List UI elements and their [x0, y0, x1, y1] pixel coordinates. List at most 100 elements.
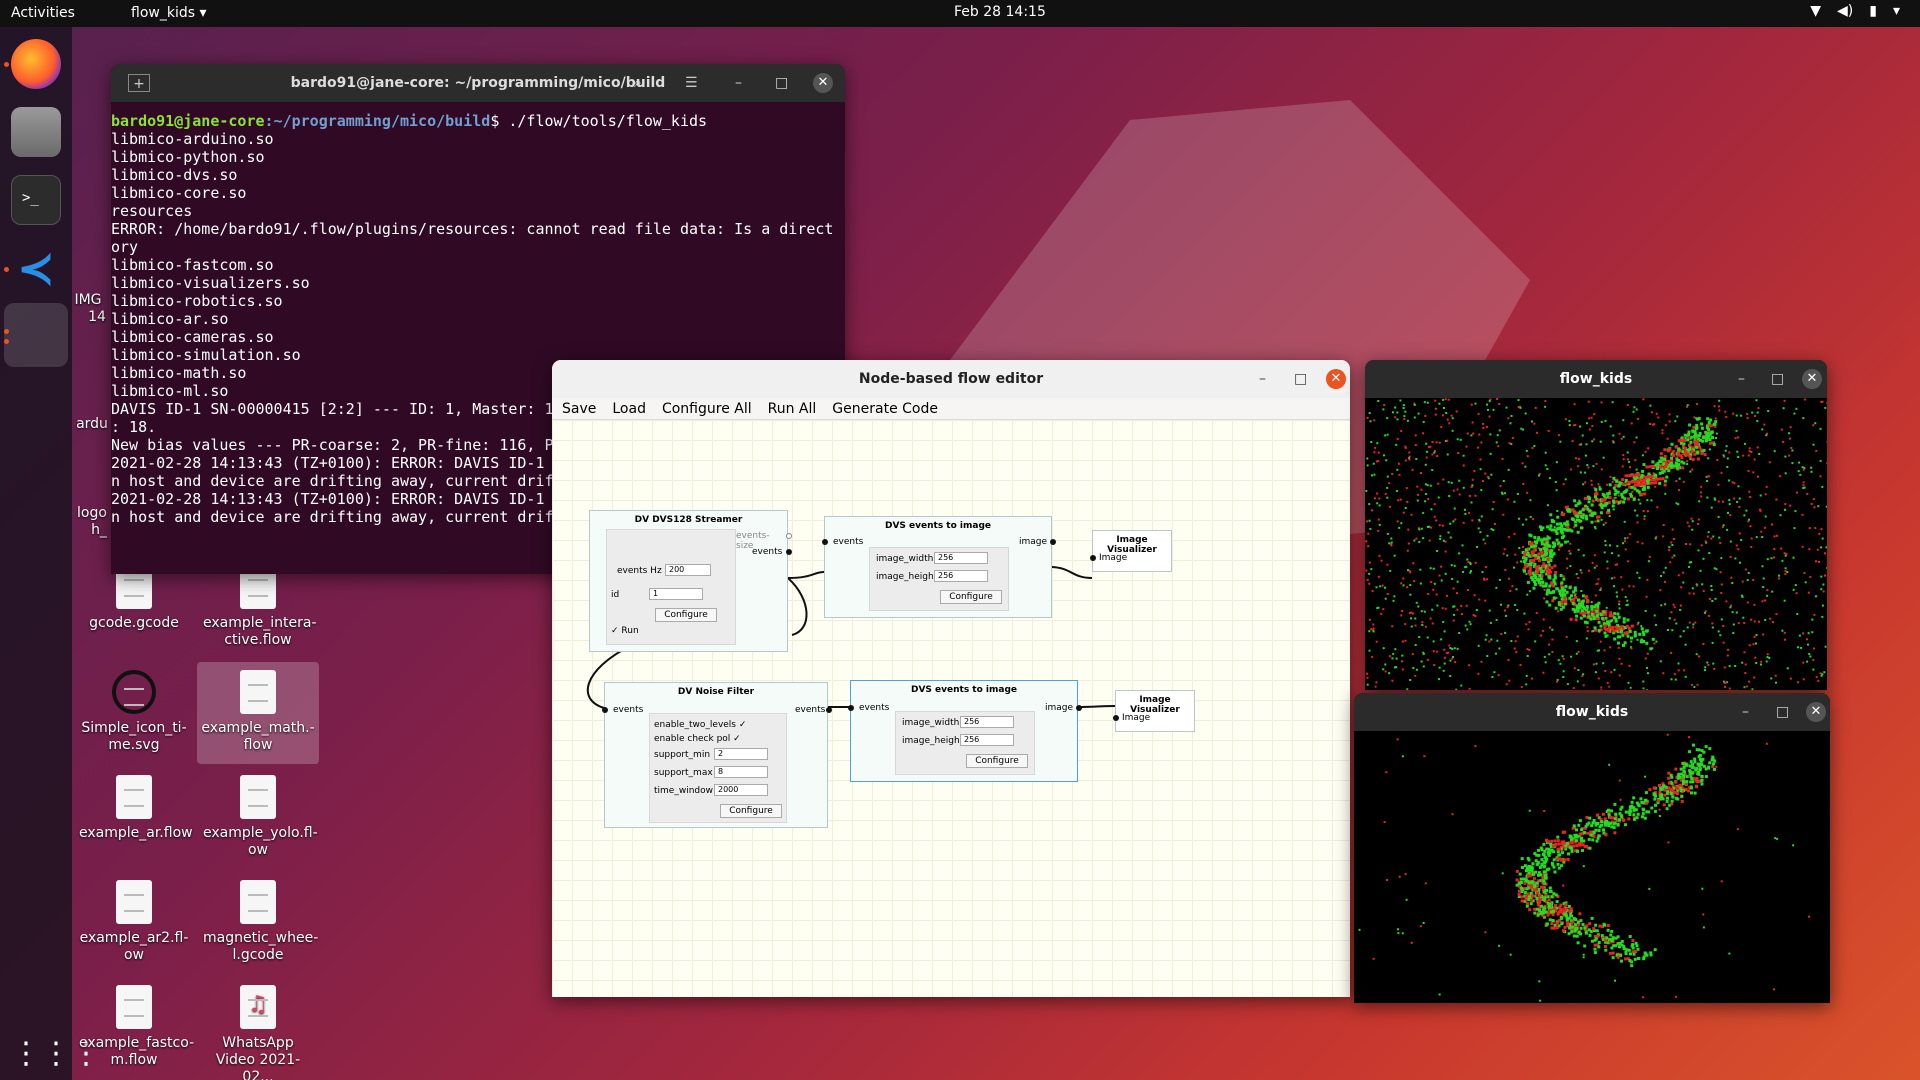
terminal-icon[interactable]: >_ — [11, 175, 61, 225]
menu-run-all[interactable]: Run All — [768, 398, 817, 419]
menu-configure-all[interactable]: Configure All — [662, 398, 752, 419]
support-max-field[interactable]: 8 — [714, 766, 768, 778]
event-pixel — [1775, 534, 1778, 537]
viewer-titlebar[interactable]: flow_kids – □ ✕ — [1354, 693, 1830, 731]
desktop-item-partial[interactable]: logo — [72, 505, 112, 522]
event-pixel — [1543, 896, 1547, 900]
input-port[interactable] — [822, 539, 828, 545]
close-icon[interactable]: ✕ — [813, 73, 833, 93]
output-port[interactable] — [786, 533, 792, 539]
event-pixel — [1484, 931, 1487, 934]
configure-button[interactable]: Configure — [966, 754, 1028, 768]
image-height-field[interactable]: 256 — [960, 734, 1014, 746]
image-viewer-window[interactable]: flow_kids – □ ✕ — [1365, 360, 1827, 690]
desktop-item-partial[interactable]: 14 — [82, 309, 112, 326]
param-checkbox[interactable]: enable_two_levels ✓ — [654, 720, 746, 730]
close-icon[interactable]: ✕ — [1326, 369, 1346, 389]
input-port[interactable] — [1113, 715, 1119, 721]
input-port[interactable] — [1090, 555, 1096, 561]
event-pixel — [1596, 934, 1600, 938]
support-min-field[interactable]: 2 — [714, 748, 768, 760]
flow-editor-window[interactable]: Node-based flow editor – □ ✕ Save Load C… — [552, 360, 1350, 997]
menu-load[interactable]: Load — [612, 398, 646, 419]
search-icon[interactable]: ⌕ — [634, 74, 642, 92]
event-pixel — [1406, 586, 1409, 589]
image-height-field[interactable]: 256 — [934, 570, 988, 582]
event-pixel — [1682, 442, 1686, 446]
desktop-item-partial[interactable]: ardu — [72, 416, 112, 433]
desktop-item[interactable]: example_yolo.fl-ow — [203, 775, 318, 859]
image-width-field[interactable]: 256 — [960, 716, 1014, 728]
output-port[interactable] — [786, 549, 792, 555]
minimize-icon[interactable]: – — [1259, 370, 1266, 388]
firefox-icon[interactable] — [11, 39, 61, 89]
close-icon[interactable]: ✕ — [1802, 369, 1822, 389]
id-field[interactable]: 1 — [649, 588, 703, 600]
app-menu[interactable]: flow_kids ▾ — [131, 5, 207, 21]
menu-save[interactable]: Save — [562, 398, 596, 419]
output-port[interactable] — [1050, 539, 1056, 545]
desktop-item[interactable]: magnetic_whee-l.gcode — [203, 880, 318, 964]
event-pixel — [1373, 419, 1376, 422]
minimize-icon[interactable]: – — [735, 74, 742, 92]
node-noise-filter[interactable]: DV Noise Filter events events enable_two… — [602, 682, 832, 828]
desktop-item-partial[interactable]: IMG — [68, 292, 108, 309]
desktop-item-partial[interactable]: h_ — [84, 522, 114, 539]
events-hz-field[interactable]: 200 — [665, 564, 711, 576]
menu-generate-code[interactable]: Generate Code — [832, 398, 938, 419]
event-pixel — [1533, 911, 1537, 915]
configure-button[interactable]: Configure — [720, 804, 782, 818]
maximize-icon[interactable]: □ — [1771, 370, 1784, 388]
event-pixel — [1699, 491, 1702, 494]
desktop-item[interactable]: ♫ WhatsApp Video 2021-02... — [203, 985, 313, 1080]
node-dvs-to-image[interactable]: DVS events to image events image image_w… — [822, 516, 1056, 618]
node-canvas[interactable]: DV DVS128 Streamer events Hz 200 id 1 Co… — [552, 420, 1350, 997]
maximize-icon[interactable]: □ — [775, 74, 788, 92]
desktop-item-selected[interactable]: example_math.-flow — [197, 662, 319, 764]
desktop-item[interactable]: example_ar.flow — [79, 775, 193, 842]
node-image-visualizer[interactable]: Image Visualizer Image — [1113, 690, 1195, 732]
system-tray[interactable]: ▼ ◀) ▮ ▾ — [1810, 3, 1900, 19]
image-width-field[interactable]: 256 — [934, 552, 988, 564]
node-dvs-streamer[interactable]: DV DVS128 Streamer events Hz 200 id 1 Co… — [589, 510, 792, 652]
hamburger-menu-icon[interactable]: ☰ — [685, 74, 698, 92]
configure-button[interactable]: Configure — [655, 608, 717, 622]
new-tab-icon[interactable]: + — [128, 74, 150, 92]
param-checkbox[interactable]: enable check pol ✓ — [654, 734, 741, 744]
event-pixel — [1672, 603, 1675, 606]
desktop-item[interactable]: example_intera-ctive.flow — [203, 565, 317, 649]
maximize-icon[interactable]: □ — [1294, 370, 1307, 388]
desktop-item[interactable]: example_ar2.fl-ow — [79, 880, 189, 964]
terminal-titlebar[interactable]: + bardo91@jane-core: ~/programming/mico/… — [111, 64, 845, 102]
minimize-icon[interactable]: – — [1742, 703, 1749, 721]
maximize-icon[interactable]: □ — [1776, 703, 1789, 721]
viewer-titlebar[interactable]: flow_kids – □ ✕ — [1365, 360, 1827, 398]
output-port[interactable] — [826, 707, 832, 713]
input-port[interactable] — [602, 707, 608, 713]
image-viewer-window[interactable]: flow_kids – □ ✕ — [1354, 693, 1830, 1003]
vscode-icon[interactable]: ≺ — [11, 243, 61, 293]
input-port[interactable] — [848, 705, 854, 711]
files-icon[interactable] — [11, 107, 61, 157]
desktop-item[interactable]: example_fastco-m.flow — [79, 985, 194, 1069]
clock[interactable]: Feb 28 14:15 — [954, 4, 1046, 20]
node-dvs-to-image[interactable]: DVS events to image events image image_w… — [848, 680, 1082, 782]
event-pixel — [1608, 515, 1611, 518]
event-pixel — [1388, 672, 1391, 675]
node-image-visualizer[interactable]: Image Visualizer Image — [1090, 530, 1172, 572]
flow-kids-icon[interactable] — [4, 303, 68, 367]
output-port[interactable] — [1076, 705, 1082, 711]
show-apps-icon[interactable]: ⋮⋮⋮ — [11, 1029, 101, 1079]
close-icon[interactable]: ✕ — [1806, 702, 1826, 722]
event-pixel — [1576, 941, 1580, 945]
time-window-field[interactable]: 2000 — [714, 784, 768, 796]
desktop-item[interactable]: gcode.gcode — [79, 565, 189, 632]
editor-titlebar[interactable]: Node-based flow editor – □ ✕ — [552, 360, 1350, 398]
desktop-item[interactable]: Simple_icon_ti-me.svg — [79, 670, 189, 754]
event-pixel — [1710, 585, 1713, 587]
activities-button[interactable]: Activities — [11, 5, 75, 21]
configure-button[interactable]: Configure — [940, 590, 1002, 604]
event-pixel — [1701, 887, 1704, 890]
minimize-icon[interactable]: – — [1738, 370, 1745, 388]
run-checkbox[interactable]: ✓ Run — [611, 626, 639, 636]
